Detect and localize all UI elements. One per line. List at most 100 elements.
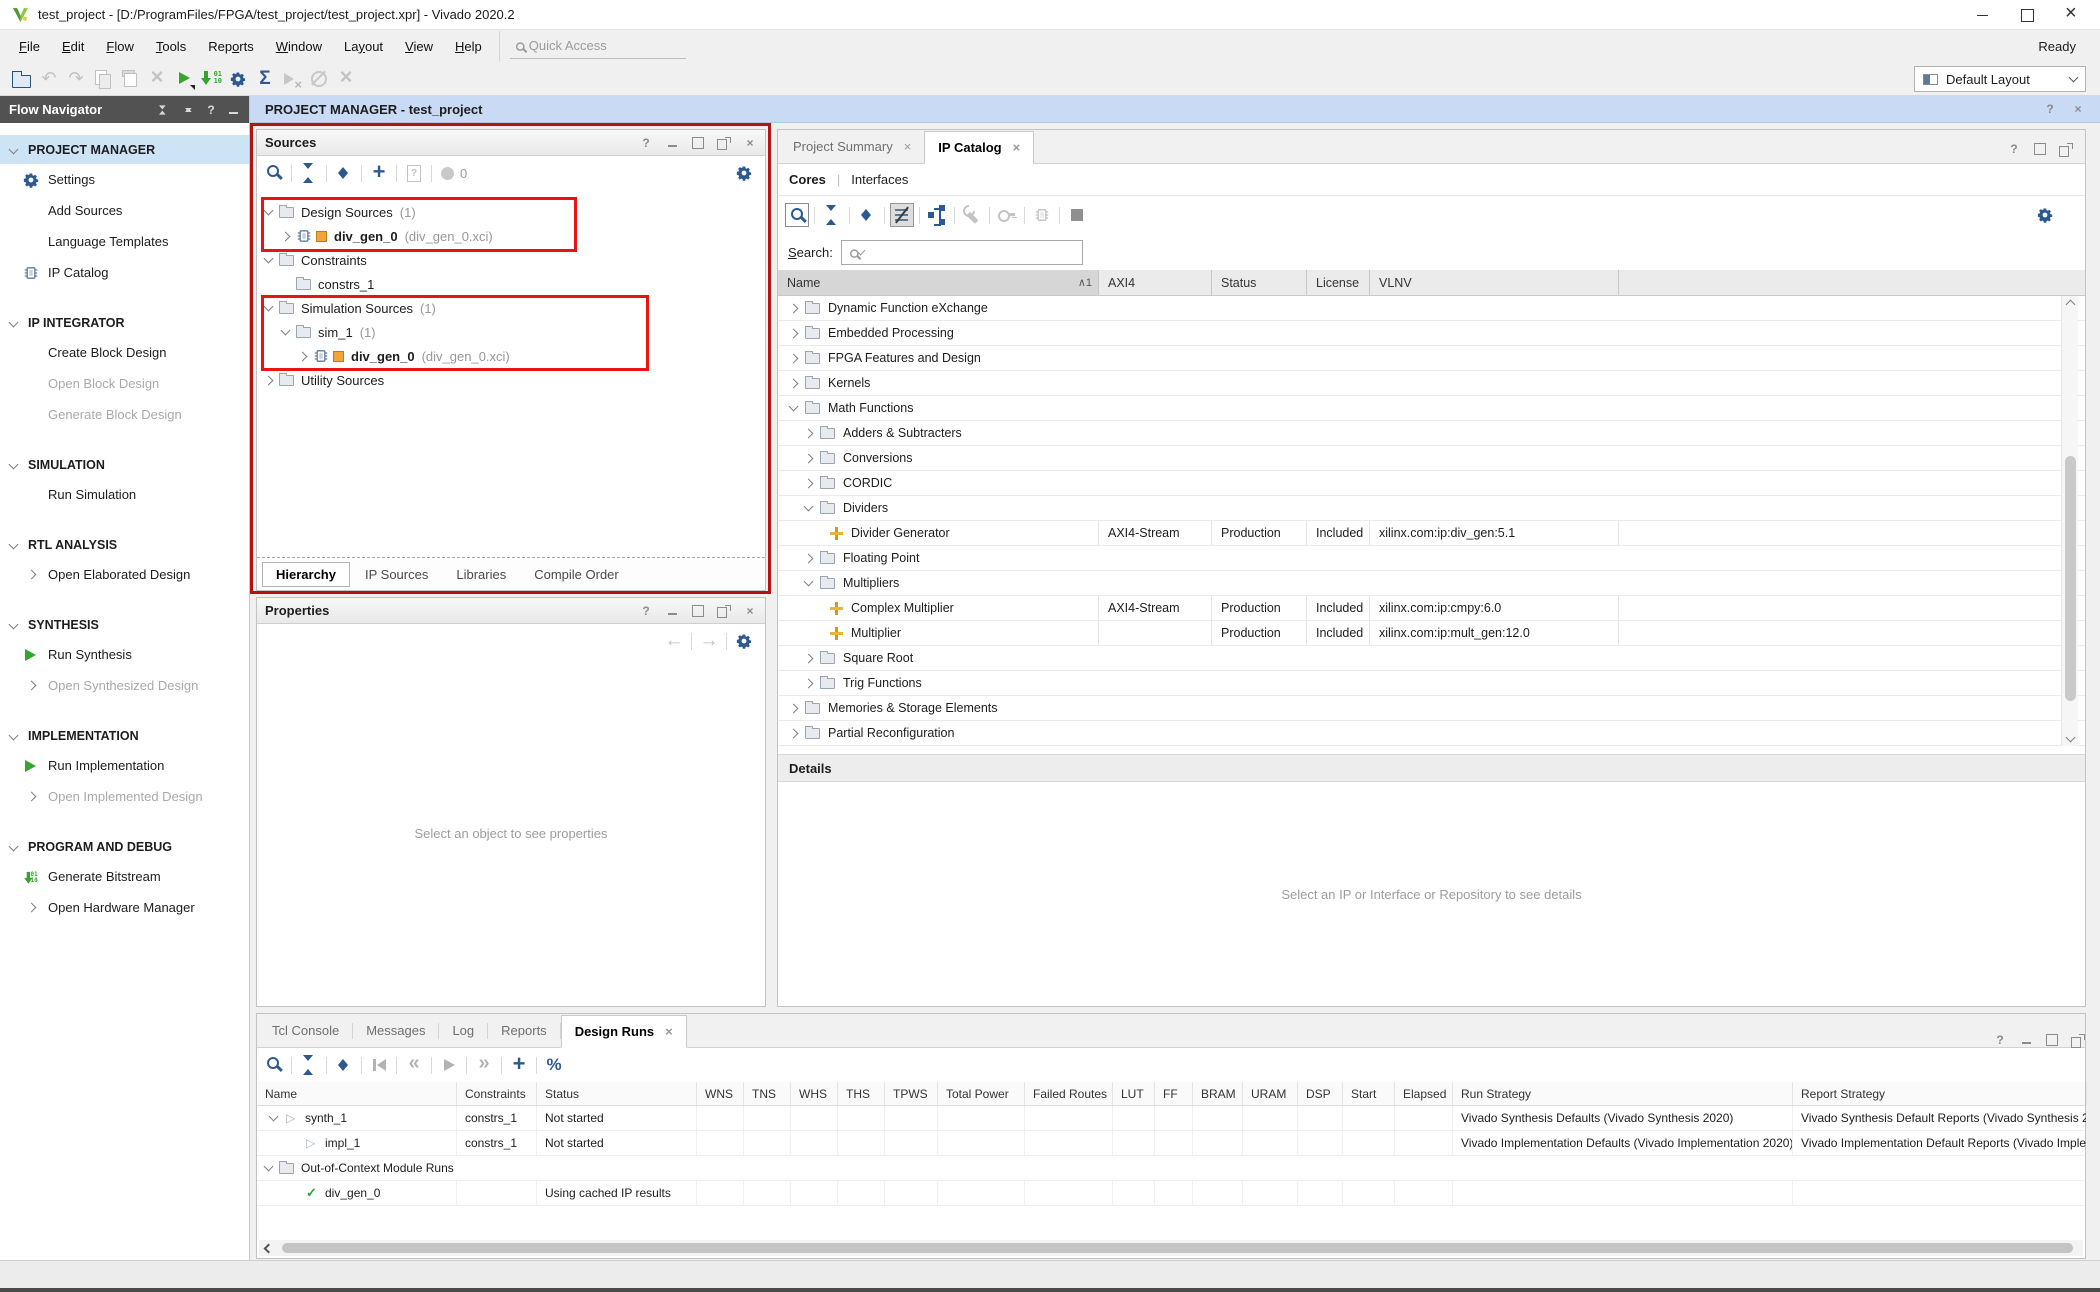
flow-section-implementation[interactable]: IMPLEMENTATION [0, 721, 249, 750]
flow-item-open-elaborated-design[interactable]: Open Elaborated Design [0, 559, 249, 590]
flow-item-generate-bitstream[interactable]: 0110Generate Bitstream [0, 861, 249, 892]
catalog-row-square-root[interactable]: Square Root [778, 646, 2085, 671]
catalog-row-multipliers[interactable]: Multipliers [778, 571, 2085, 596]
chevron-down-icon[interactable] [789, 402, 799, 412]
column-header-lut[interactable]: LUT [1113, 1082, 1155, 1105]
collapse-all-icon[interactable] [297, 1053, 321, 1077]
sources-tab-hierarchy[interactable]: Hierarchy [262, 562, 350, 587]
chevron-down-icon[interactable] [264, 302, 274, 312]
catalog-row-memories-storage-elements[interactable]: Memories & Storage Elements [778, 696, 2085, 721]
menu-window[interactable]: Window [265, 31, 333, 62]
collapse-all-icon[interactable] [155, 104, 167, 116]
catalog-row-math-functions[interactable]: Math Functions [778, 396, 2085, 421]
scrollbar-thumb[interactable] [2065, 456, 2076, 701]
flow-section-synthesis[interactable]: SYNTHESIS [0, 610, 249, 639]
close-icon[interactable]: × [2071, 102, 2085, 116]
source-tree-item-simulation-sources[interactable]: Simulation Sources(1) [257, 296, 765, 320]
catalog-row-trig-functions[interactable]: Trig Functions [778, 671, 2085, 696]
close-icon[interactable]: × [743, 604, 757, 618]
run-row-div-gen-0[interactable]: ✓div_gen_0Using cached IP results [257, 1181, 2085, 1206]
copy-icon[interactable] [91, 67, 115, 91]
tab-design-runs[interactable]: Design Runs× [561, 1015, 687, 1048]
open-project-icon[interactable] [10, 67, 34, 91]
float-icon[interactable] [2059, 142, 2073, 156]
help-icon[interactable]: ? [2043, 102, 2057, 116]
column-header-axi4[interactable]: AXI4 [1099, 270, 1212, 295]
flow-item-generate-block-design[interactable]: Generate Block Design [0, 399, 249, 430]
cancel-run-icon[interactable] [280, 67, 304, 91]
source-tree-item-div-gen-0[interactable]: div_gen_0(div_gen_0.xci) [257, 224, 765, 248]
tab-ip-catalog[interactable]: IP Catalog× [924, 131, 1034, 164]
layout-select[interactable]: Default Layout [1914, 66, 2086, 92]
chevron-right-icon[interactable] [804, 653, 814, 663]
help-icon[interactable]: ? [639, 604, 653, 618]
flow-item-run-simulation[interactable]: Run Simulation [0, 479, 249, 510]
subtab-interfaces[interactable]: Interfaces [851, 172, 908, 187]
flow-section-project-manager[interactable]: PROJECT MANAGER [0, 135, 249, 164]
catalog-row-dynamic-function-exchange[interactable]: Dynamic Function eXchange [778, 296, 2085, 321]
column-header-report-strategy[interactable]: Report Strategy [1793, 1082, 2087, 1105]
float-icon[interactable] [717, 604, 731, 618]
menu-edit[interactable]: Edit [51, 31, 95, 62]
tab-log[interactable]: Log [439, 1014, 487, 1047]
menu-tools[interactable]: Tools [145, 31, 197, 62]
undo-icon[interactable] [37, 67, 61, 91]
add-icon[interactable] [367, 161, 391, 185]
quick-access-input[interactable] [529, 38, 659, 53]
settings-gear-icon[interactable] [732, 161, 756, 185]
source-tree-item-sim-1[interactable]: sim_1(1) [257, 320, 765, 344]
minimize-icon[interactable] [226, 103, 240, 117]
catalog-row-dividers[interactable]: Dividers [778, 496, 2085, 521]
menu-layout[interactable]: Layout [333, 31, 394, 62]
flow-item-open-synthesized-design[interactable]: Open Synthesized Design [0, 670, 249, 701]
chevron-right-icon[interactable] [264, 375, 274, 385]
settings-icon[interactable] [732, 629, 756, 653]
paste-icon[interactable] [118, 67, 142, 91]
catalog-row-conversions[interactable]: Conversions [778, 446, 2085, 471]
menu-reports[interactable]: Reports [197, 31, 265, 62]
cancel-task-icon[interactable] [334, 67, 358, 91]
stop-icon[interactable] [1065, 203, 1089, 227]
group-icon[interactable] [925, 203, 949, 227]
collapse-all-icon[interactable] [297, 161, 321, 185]
expand-all-icon[interactable] [332, 161, 356, 185]
catalog-row-adders-subtracters[interactable]: Adders & Subtracters [778, 421, 2085, 446]
minimize-icon[interactable] [665, 136, 679, 150]
menu-flow[interactable]: Flow [95, 31, 144, 62]
float-icon[interactable] [2071, 1033, 2085, 1047]
column-header-vlnv[interactable]: VLNV [1370, 270, 1619, 295]
flow-section-simulation[interactable]: SIMULATION [0, 450, 249, 479]
fast-forward-icon[interactable] [472, 1053, 496, 1077]
close-icon[interactable]: × [1013, 140, 1021, 155]
chevron-down-icon[interactable] [264, 254, 274, 264]
quick-access-search[interactable] [510, 34, 686, 59]
help-icon[interactable]: ? [204, 103, 218, 117]
minimize-button[interactable] [1976, 8, 1990, 22]
scroll-down-icon[interactable] [2066, 733, 2076, 743]
play-icon[interactable] [437, 1053, 461, 1077]
source-tree-item-design-sources[interactable]: Design Sources(1) [257, 200, 765, 224]
collapse-all-icon[interactable] [820, 203, 844, 227]
column-header-whs[interactable]: WHS [791, 1082, 838, 1105]
chevron-down-icon[interactable] [268, 1112, 278, 1122]
help-icon[interactable]: ? [1993, 1033, 2007, 1047]
catalog-row-complex-multiplier[interactable]: Complex MultiplierAXI4-StreamProductionI… [778, 596, 2085, 621]
catalog-row-multiplier[interactable]: MultiplierProductionIncludedxilinx.com:i… [778, 621, 2085, 646]
flow-item-open-hardware-manager[interactable]: Open Hardware Manager [0, 892, 249, 923]
column-header-tns[interactable]: TNS [744, 1082, 791, 1105]
column-header-total-power[interactable]: Total Power [938, 1082, 1025, 1105]
chevron-right-icon[interactable] [789, 328, 799, 338]
fast-backward-icon[interactable] [402, 1053, 426, 1077]
search-icon[interactable] [262, 1053, 286, 1077]
add-icon[interactable] [507, 1053, 531, 1077]
catalog-row-divider-generator[interactable]: Divider GeneratorAXI4-StreamProductionIn… [778, 521, 2085, 546]
sources-tab-libraries[interactable]: Libraries [443, 563, 519, 586]
maximize-icon[interactable] [2033, 142, 2047, 156]
column-header-wns[interactable]: WNS [697, 1082, 744, 1105]
maximize-icon[interactable] [2045, 1033, 2059, 1047]
source-tree-item-constrs-1[interactable]: constrs_1 [257, 272, 765, 296]
chevron-right-icon[interactable] [804, 453, 814, 463]
flow-section-ip-integrator[interactable]: IP INTEGRATOR [0, 308, 249, 337]
column-header-name[interactable]: Name∧1 [778, 270, 1099, 295]
flow-item-add-sources[interactable]: Add Sources [0, 195, 249, 226]
